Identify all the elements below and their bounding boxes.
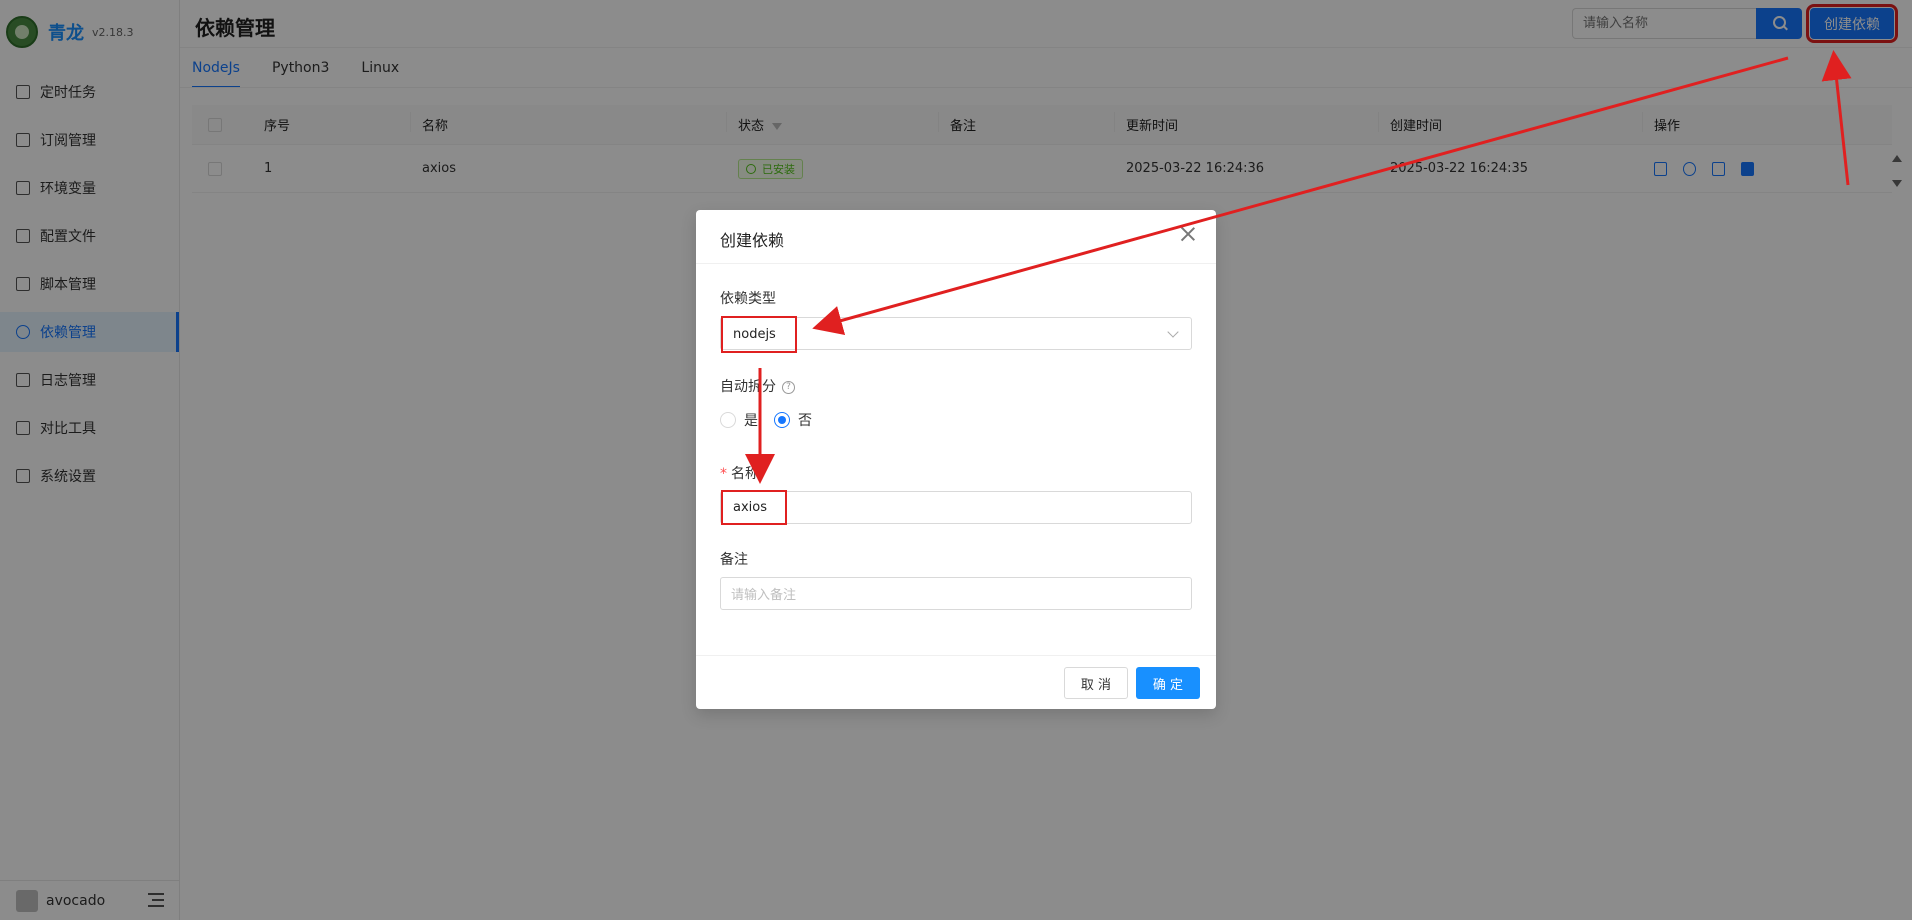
chevron-down-icon	[1167, 326, 1179, 338]
modal-header: 创建依赖	[696, 210, 1216, 264]
dependency-type-select[interactable]: nodejs	[720, 316, 1192, 353]
modal-title: 创建依赖	[720, 231, 785, 250]
confirm-button[interactable]: 确 定	[1136, 667, 1200, 699]
remark-label: 备注	[720, 552, 748, 568]
cancel-button[interactable]: 取 消	[1064, 667, 1128, 699]
close-icon[interactable]	[1180, 226, 1196, 242]
split-label-row: 自动拆分?	[720, 376, 795, 396]
modal-footer: 取 消 确 定	[696, 655, 1216, 709]
split-yes-label[interactable]: 是	[744, 410, 758, 430]
remark-placeholder: 请输入备注	[731, 588, 797, 603]
remark-input[interactable]: 请输入备注	[720, 577, 1192, 610]
required-mark: *	[720, 466, 727, 482]
split-no-radio[interactable]	[774, 412, 790, 428]
split-yes-radio[interactable]	[720, 412, 736, 428]
split-radio-group: 是 否	[720, 410, 828, 430]
name-label-row: * 名称	[720, 463, 759, 483]
question-circle-icon[interactable]: ?	[782, 380, 795, 394]
split-no-label[interactable]: 否	[798, 410, 812, 430]
name-input[interactable]: axios	[720, 490, 1192, 525]
type-label: 依赖类型	[720, 291, 776, 307]
name-input-value: axios	[721, 490, 787, 525]
name-label: 名称	[731, 466, 759, 482]
create-dependency-modal: 创建依赖 依赖类型 nodejs 自动拆分? 是 否 * 名称 axios 备注 …	[696, 210, 1216, 709]
split-label: 自动拆分	[720, 379, 776, 395]
dependency-type-value: nodejs	[721, 316, 797, 353]
